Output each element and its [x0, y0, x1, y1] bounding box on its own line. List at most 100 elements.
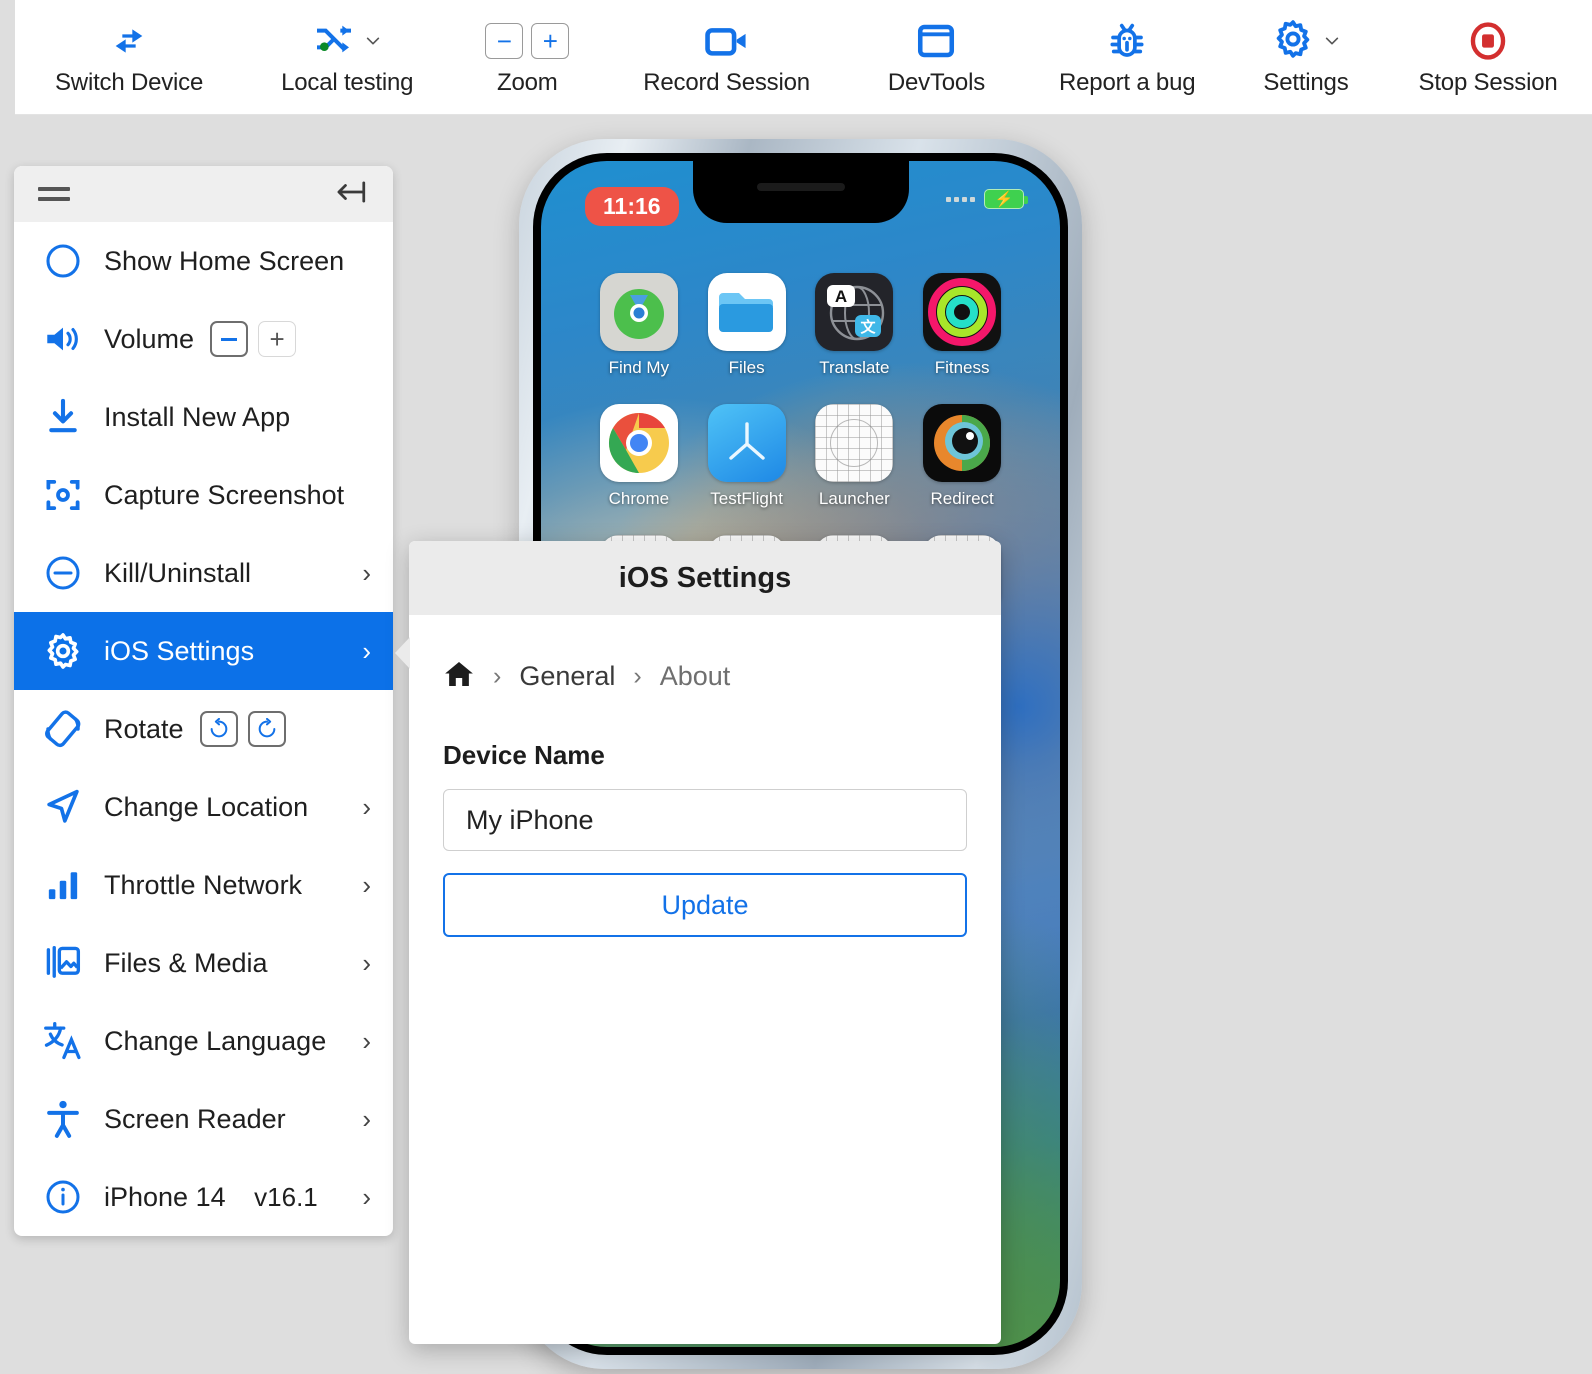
sidebar-item-label: iOS Settings: [104, 636, 254, 667]
toolbar-switch-device[interactable]: Switch Device: [49, 0, 209, 114]
toolbar-report-a-bug[interactable]: Report a bug: [1053, 0, 1201, 114]
browser-window-icon: [915, 17, 957, 65]
chevron-down-icon[interactable]: [1323, 32, 1341, 50]
testflight-icon: [708, 404, 786, 482]
app-icon-testflight[interactable]: TestFlight: [693, 404, 801, 509]
toolbar-settings-label: Settings: [1263, 69, 1348, 97]
gear-icon: [40, 628, 86, 674]
sidebar-item-label: Volume: [104, 324, 194, 355]
video-camera-icon: [704, 17, 750, 65]
sidebar-item-install-new-app[interactable]: Install New App: [14, 378, 393, 456]
toolbar-switch-device-label: Switch Device: [55, 69, 203, 97]
chevron-right-icon: ›: [362, 560, 371, 586]
toolbar-local-testing-label: Local testing: [281, 69, 413, 97]
sidebar-item-label: Throttle Network: [104, 870, 302, 901]
launcher-icon: [815, 404, 893, 482]
sidebar-item-label: iPhone 14: [104, 1182, 226, 1213]
sidebar-item-throttle-network[interactable]: Throttle Network ›: [14, 846, 393, 924]
app-icon-chrome[interactable]: Chrome: [585, 404, 693, 509]
app-icon-translate[interactable]: A 文 Translate: [801, 273, 909, 378]
sidebar-item-screen-reader[interactable]: Screen Reader ›: [14, 1080, 393, 1158]
toolbar-devtools-label: DevTools: [888, 69, 985, 97]
sidebar-item-capture-screenshot[interactable]: Capture Screenshot: [14, 456, 393, 534]
toolbar-report-a-bug-label: Report a bug: [1059, 69, 1195, 97]
hamburger-icon[interactable]: [38, 185, 70, 203]
rotate-device-icon: [40, 706, 86, 752]
rotate-counterclockwise-button[interactable]: [200, 711, 238, 747]
sidebar-item-label: Files & Media: [104, 948, 268, 979]
home-icon[interactable]: [443, 659, 475, 694]
breadcrumb-item-about[interactable]: About: [660, 661, 731, 692]
chevron-right-icon: ›: [362, 638, 371, 664]
sidebar-item-ios-settings[interactable]: iOS Settings ›: [14, 612, 393, 690]
screenshot-icon: [40, 472, 86, 518]
speaker-icon: [40, 316, 86, 362]
signal-bars-icon: [40, 862, 86, 908]
toolbar-devtools[interactable]: DevTools: [882, 0, 991, 114]
sidebar-item-label: Capture Screenshot: [104, 480, 344, 511]
chevron-right-icon: ›: [362, 1028, 371, 1054]
zoom-out-button[interactable]: −: [485, 23, 523, 59]
device-name-label: Device Name: [443, 740, 967, 771]
volume-up-button[interactable]: +: [258, 321, 296, 357]
sidebar-item-device-info[interactable]: iPhone 14 v16.1 ›: [14, 1158, 393, 1236]
toolbar-local-testing[interactable]: Local testing: [275, 0, 419, 114]
app-label: Launcher: [819, 489, 890, 509]
app-icon-find-my[interactable]: Find My: [585, 273, 693, 378]
breadcrumb-item-general[interactable]: General: [519, 661, 615, 692]
gear-icon: [1271, 18, 1315, 65]
sidebar-item-label: Change Language: [104, 1026, 326, 1057]
toolbar-settings[interactable]: Settings: [1257, 0, 1354, 114]
app-label: Files: [729, 358, 765, 378]
sidebar-item-label: Kill/Uninstall: [104, 558, 251, 589]
sidebar-item-change-location[interactable]: Change Location ›: [14, 768, 393, 846]
app-label: Find My: [609, 358, 669, 378]
volume-down-button[interactable]: [210, 321, 248, 357]
toolbar-zoom-label: Zoom: [497, 69, 558, 97]
chevron-right-icon: ›: [362, 1184, 371, 1210]
status-bar-right: ⚡: [946, 189, 1024, 209]
sidebar-item-change-language[interactable]: Change Language ›: [14, 1002, 393, 1080]
stop-record-icon: [1467, 17, 1509, 65]
app-icon-files[interactable]: Files: [693, 273, 801, 378]
toolbar-record-session[interactable]: Record Session: [637, 0, 816, 114]
files-icon: [708, 273, 786, 351]
chevron-right-icon: ›: [362, 794, 371, 820]
chevron-right-icon: ›: [362, 872, 371, 898]
device-name-input[interactable]: [443, 789, 967, 851]
app-label: Fitness: [935, 358, 990, 378]
rotate-clockwise-button[interactable]: [248, 711, 286, 747]
download-icon: [40, 394, 86, 440]
notch: [693, 161, 909, 223]
top-toolbar: Switch Device Local testing − + Zoom: [15, 0, 1592, 115]
chevron-down-icon[interactable]: [364, 32, 382, 50]
app-label: Chrome: [609, 489, 669, 509]
app-icon-redirect[interactable]: Redirect: [908, 404, 1016, 509]
toolbar-zoom: − + Zoom: [479, 0, 575, 114]
chevron-right-icon: ›: [362, 1106, 371, 1132]
zoom-in-button[interactable]: +: [531, 23, 569, 59]
svg-text:文: 文: [861, 318, 877, 336]
toolbar-stop-session[interactable]: Stop Session: [1413, 0, 1564, 114]
collapse-arrow-icon[interactable]: [335, 178, 369, 211]
switch-device-icon: [107, 17, 151, 65]
app-label: Redirect: [930, 489, 993, 509]
app-icon-launcher[interactable]: Launcher: [801, 404, 909, 509]
dialog-header: iOS Settings: [409, 541, 1001, 615]
sidebar-item-label: Install New App: [104, 402, 290, 433]
update-button[interactable]: Update: [443, 873, 967, 937]
signal-dots-icon: [946, 197, 975, 202]
sidebar-item-kill-uninstall[interactable]: Kill/Uninstall ›: [14, 534, 393, 612]
app-label: TestFlight: [710, 489, 783, 509]
bug-icon: [1107, 17, 1147, 65]
breadcrumb-separator: ›: [633, 662, 641, 691]
dialog-pointer: [395, 637, 410, 669]
sidebar-item-show-home-screen[interactable]: Show Home Screen: [14, 222, 393, 300]
app-icon-fitness[interactable]: Fitness: [908, 273, 1016, 378]
chrome-icon: [600, 404, 678, 482]
sidebar-item-files-media[interactable]: Files & Media ›: [14, 924, 393, 1002]
find-my-icon: [600, 273, 678, 351]
sidebar-item-volume: Volume +: [14, 300, 393, 378]
photos-stack-icon: [40, 940, 86, 986]
redirect-icon: [923, 404, 1001, 482]
